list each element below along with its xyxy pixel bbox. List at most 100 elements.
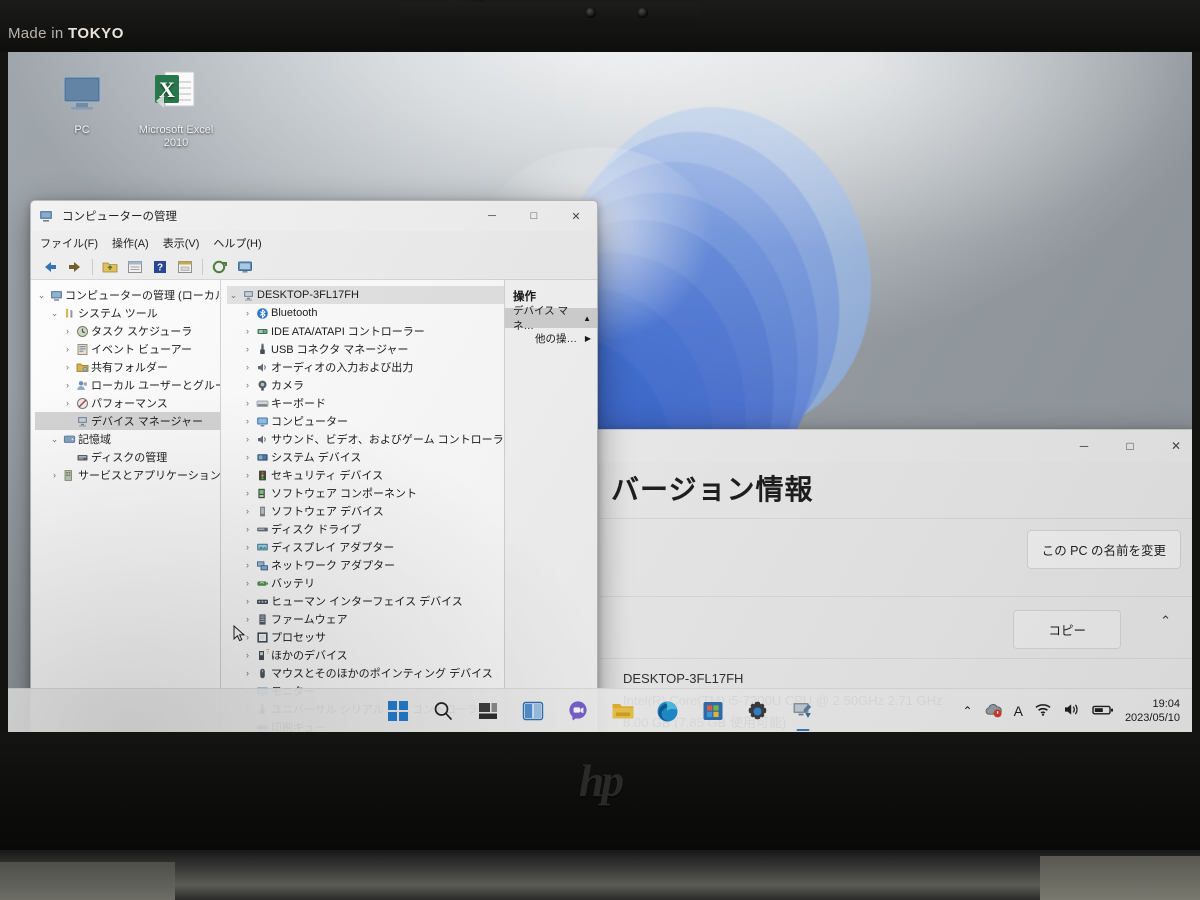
caret-right-icon[interactable]: ▶ [585,334,591,343]
chevron-right-icon[interactable]: › [241,362,254,372]
tree-item-task-scheduler[interactable]: › タスク スケジューラ [35,322,220,340]
back-icon[interactable] [39,257,61,277]
device-row-disk-drives[interactable]: › ディスク ドライブ [227,520,504,538]
chevron-right-icon[interactable]: › [241,578,254,588]
tree-item-local-users[interactable]: › ローカル ユーザーとグループ [35,376,220,394]
device-row-usb-connector[interactable]: › USB コネクタ マネージャー [227,340,504,358]
tree-item-services-apps[interactable]: › サービスとアプリケーション [35,466,220,484]
chevron-down-icon[interactable]: ⌄ [48,308,61,319]
chevron-right-icon[interactable]: › [241,470,254,480]
settings-maximize-button[interactable]: □ [1107,430,1153,462]
chevron-right-icon[interactable]: › [241,452,254,462]
properties-icon[interactable] [124,257,146,277]
caret-up-icon[interactable]: ▲ [583,314,591,323]
chevron-right-icon[interactable]: › [241,308,254,318]
device-row-camera[interactable]: › カメラ [227,376,504,394]
compmgmt-minimize-button[interactable]: ─ [471,201,513,231]
tree-item-storage[interactable]: ⌄ 記憶域 [35,430,220,448]
desktop-icon-excel[interactable]: X Microsoft Excel 2010 [128,68,224,150]
start-icon[interactable] [385,698,411,724]
compmgmt-titlebar[interactable]: コンピューターの管理 ─ □ ✕ [31,201,597,231]
chevron-right-icon[interactable]: › [241,488,254,498]
compmgmt-toolbar[interactable]: ? [31,254,597,280]
settings-close-button[interactable]: ✕ [1153,430,1192,462]
chevron-right-icon[interactable]: › [48,470,61,480]
rename-pc-button[interactable]: この PC の名前を変更 [1026,530,1181,569]
tree-item-system-tools[interactable]: ⌄ システム ツール [35,304,220,322]
actions-pane[interactable]: 操作 デバイス マネ… ▲ 他の操… ▶ [505,280,597,732]
chevron-right-icon[interactable]: › [241,668,254,678]
chevron-right-icon[interactable]: › [241,380,254,390]
tree-item-performance[interactable]: › パフォーマンス [35,394,220,412]
tree-item-event-viewer[interactable]: › イベント ビューアー [35,340,220,358]
desktop-icon-pc[interactable]: PC [34,74,130,137]
device-row-audio-io[interactable]: › オーディオの入力および出力 [227,358,504,376]
device-row-computer[interactable]: › コンピューター [227,412,504,430]
chevron-right-icon[interactable]: › [241,506,254,516]
device-root-row[interactable]: ⌄ DESKTOP-3FL17FH [227,286,504,304]
chevron-right-icon[interactable]: › [241,344,254,354]
tree-item-shared-folders[interactable]: › 共有フォルダー [35,358,220,376]
compmgmt-menubar[interactable]: ファイル(F) 操作(A) 表示(V) ヘルプ(H) [31,231,597,254]
tree-item-device-manager[interactable]: デバイス マネージャー [35,412,220,430]
tree-item-disk-management[interactable]: ディスクの管理 [35,448,220,466]
chevron-down-icon[interactable]: ⌄ [227,290,240,301]
device-row-software-device[interactable]: › ソフトウェア デバイス [227,502,504,520]
chevron-right-icon[interactable]: › [241,650,254,660]
task-view-icon[interactable] [475,698,501,724]
device-row-keyboard[interactable]: › キーボード [227,394,504,412]
edge-icon[interactable] [655,698,681,724]
settings-titlebar[interactable]: ─ □ ✕ [591,430,1192,462]
compmgmt-maximize-button[interactable]: □ [513,201,555,231]
settings-minimize-button[interactable]: ─ [1061,430,1107,462]
chevron-right-icon[interactable]: › [61,380,74,390]
device-row-network-adapters[interactable]: › ネットワーク アダプター [227,556,504,574]
search-icon[interactable] [430,698,456,724]
computer-management-window[interactable]: コンピューターの管理 ─ □ ✕ ファイル(F) 操作(A) 表示(V) ヘルプ… [30,200,598,732]
console-tree-pane[interactable]: ⌄ コンピューターの管理 (ローカル) ⌄ システム ツール › タスク スケジ… [31,280,221,732]
help-icon[interactable]: ? [149,257,171,277]
menu-item-view[interactable]: 表示(V) [163,235,200,251]
chevron-right-icon[interactable]: › [241,398,254,408]
menu-item-action[interactable]: 操作(A) [112,235,149,251]
onedrive-sync-icon[interactable] [984,702,1003,721]
taskbar[interactable]: ⌃ A 19:04 2023/05/10 [8,688,1192,732]
volume-icon[interactable] [1063,702,1081,720]
microsoft-store-icon[interactable] [700,698,726,724]
up-folder-icon[interactable] [99,257,121,277]
clock[interactable]: 19:04 2023/05/10 [1125,697,1184,725]
action-item-device-manager[interactable]: デバイス マネ… ▲ [505,305,597,332]
settings-icon[interactable] [745,698,771,724]
menu-item-help[interactable]: ヘルプ(H) [213,235,261,251]
device-row-software-component[interactable]: › ソフトウェア コンポーネント [227,484,504,502]
chat-icon[interactable] [565,698,591,724]
copy-button[interactable]: コピー [1013,610,1121,649]
device-row-mouse[interactable]: › マウスとそのほかのポインティング デバイス [227,664,504,682]
device-row-security[interactable]: › セキュリティ デバイス [227,466,504,484]
device-row-battery[interactable]: › バッテリ [227,574,504,592]
settings-about-window[interactable]: ─ □ ✕ バージョン情報 この PC の名前を変更 コピー ⌃ DESKTOP… [590,429,1192,732]
forward-icon[interactable] [64,257,86,277]
device-row-processor[interactable]: › プロセッサ [227,628,504,646]
console-icon[interactable] [234,257,256,277]
chevron-right-icon[interactable]: › [241,326,254,336]
widgets-icon[interactable] [520,698,546,724]
device-row-bluetooth[interactable]: › Bluetooth [227,304,504,322]
tree-item-computer-management[interactable]: ⌄ コンピューターの管理 (ローカル) [35,286,220,304]
wifi-icon[interactable] [1034,702,1052,720]
device-row-other-devices[interactable]: › ? ほかのデバイス [227,646,504,664]
device-row-sound-video[interactable]: › サウンド、ビデオ、およびゲーム コントローラー [227,430,504,448]
device-row-display-adapters[interactable]: › ディスプレイ アダプター [227,538,504,556]
chevron-right-icon[interactable]: › [241,596,254,606]
tray-overflow-chevron-icon[interactable]: ⌃ [963,704,973,718]
chevron-right-icon[interactable]: › [241,542,254,552]
device-row-ide[interactable]: › IDE ATA/ATAPI コントローラー [227,322,504,340]
chevron-right-icon[interactable]: › [241,560,254,570]
compmgmt-close-button[interactable]: ✕ [555,201,597,231]
chevron-down-icon[interactable]: ⌄ [35,290,48,301]
chevron-right-icon[interactable]: › [241,434,254,444]
computer-management-icon[interactable] [790,698,816,724]
file-explorer-icon[interactable] [610,698,636,724]
chevron-up-icon[interactable]: ⌃ [1160,613,1171,629]
chevron-down-icon[interactable]: ⌄ [48,434,61,445]
